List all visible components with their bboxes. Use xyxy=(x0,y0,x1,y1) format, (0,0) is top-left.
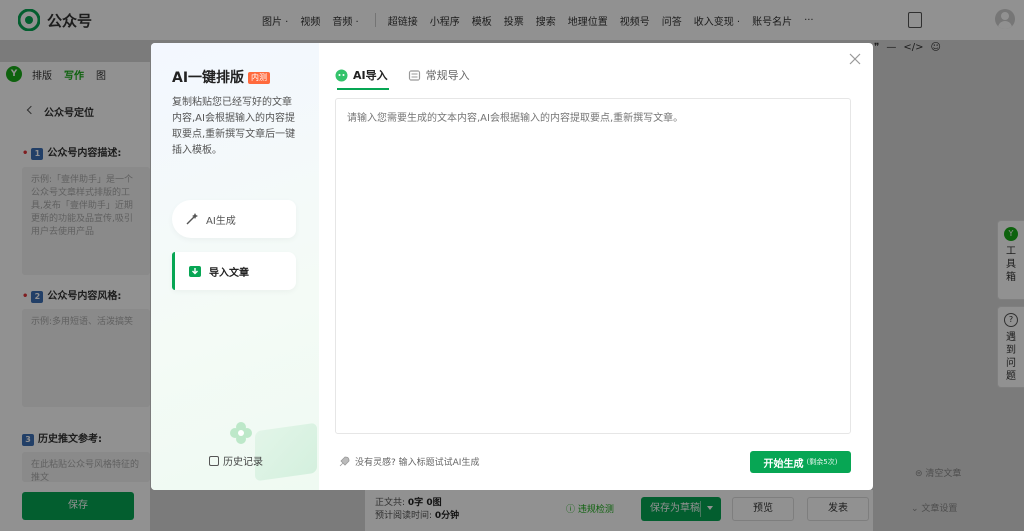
nav-import-article[interactable]: 导入文章 xyxy=(172,252,296,290)
modal-sidebar: AI一键排版 内测 复制粘贴您已经写好的文章内容,AI会根据输入的内容提取要点,重… xyxy=(151,43,319,490)
nav-ai-generate[interactable]: AI生成 xyxy=(172,200,296,238)
import-icon xyxy=(189,266,201,277)
article-input[interactable] xyxy=(335,98,851,434)
rocket-icon xyxy=(339,456,350,466)
close-icon[interactable] xyxy=(849,53,861,65)
tab-ai-import[interactable]: AI导入 xyxy=(335,67,388,83)
modal-title: AI一键排版 内测 xyxy=(172,67,271,87)
document-icon xyxy=(408,69,420,81)
beta-badge: 内测 xyxy=(248,72,271,84)
tab-regular-import[interactable]: 常规导入 xyxy=(408,67,470,83)
ai-layout-modal: AI一键排版 内测 复制粘贴您已经写好的文章内容,AI会根据输入的内容提取要点,重… xyxy=(151,43,873,490)
ai-bot-icon xyxy=(335,69,348,81)
history-link[interactable]: 历史记录 xyxy=(209,453,263,468)
active-tab-indicator xyxy=(337,88,389,90)
modal-description: 复制粘贴您已经写好的文章内容,AI会根据输入的内容提取要点,重新撰写文章后一键插… xyxy=(172,97,296,156)
card-decoration xyxy=(255,422,317,482)
magic-wand-icon xyxy=(186,213,198,225)
flower-decoration xyxy=(230,422,252,444)
history-icon xyxy=(209,455,219,466)
import-tabs: AI导入 常规导入 xyxy=(335,67,490,83)
modal-content: AI导入 常规导入 没有灵感? 输入标题试试AI生成 xyxy=(319,43,873,490)
inspiration-hint[interactable]: 没有灵感? 输入标题试试AI生成 xyxy=(338,455,479,468)
start-generate-button[interactable]: 开始生成 (剩余5次) xyxy=(750,451,851,473)
